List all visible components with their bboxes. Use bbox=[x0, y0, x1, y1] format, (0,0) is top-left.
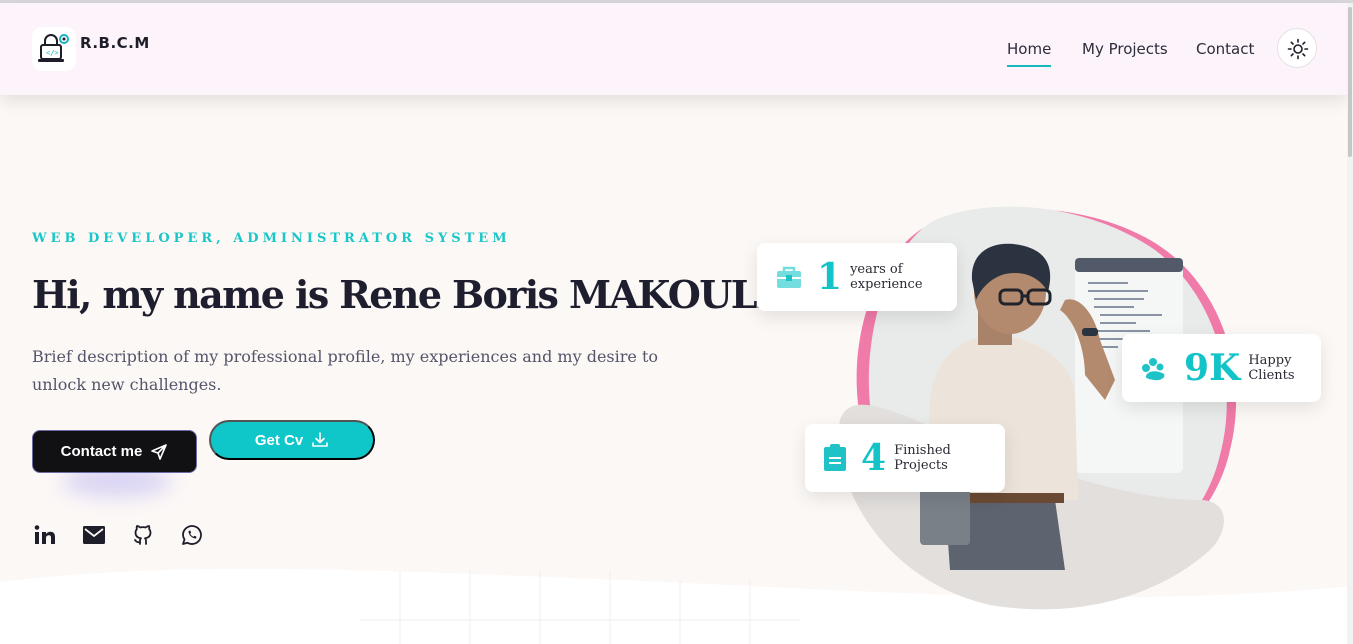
logo[interactable]: </> bbox=[32, 27, 76, 71]
linkedin-link[interactable] bbox=[32, 522, 58, 548]
projects-label: Finished Projects bbox=[894, 443, 951, 473]
nav-home[interactable]: Home bbox=[1007, 40, 1052, 67]
nav-my-projects[interactable]: My Projects bbox=[1082, 40, 1168, 58]
email-link[interactable] bbox=[81, 522, 107, 548]
briefcase-icon bbox=[777, 266, 801, 288]
scrollbar-thumb[interactable] bbox=[1348, 7, 1352, 157]
clipboard-icon bbox=[824, 444, 846, 471]
stat-card-projects: 4 Finished Projects bbox=[805, 424, 1005, 492]
mail-icon bbox=[83, 526, 105, 544]
stat-card-experience: 1 years of experience bbox=[757, 243, 957, 311]
clients-value: 9K bbox=[1184, 347, 1241, 389]
send-icon bbox=[151, 443, 168, 460]
get-cv-button[interactable]: Get Cv bbox=[209, 420, 375, 460]
clients-icon bbox=[1142, 358, 1165, 381]
theme-toggle-button[interactable] bbox=[1277, 28, 1317, 68]
whatsapp-icon bbox=[182, 525, 202, 545]
experience-label: years of experience bbox=[850, 262, 923, 292]
clients-label: Happy Clients bbox=[1248, 353, 1295, 383]
brand-name[interactable]: R.B.C.M bbox=[80, 34, 150, 52]
download-icon bbox=[312, 432, 328, 447]
linkedin-icon bbox=[34, 525, 55, 544]
stat-card-clients: 9K Happy Clients bbox=[1122, 334, 1321, 402]
github-icon bbox=[134, 525, 152, 545]
navbar: </> R.B.C.M Home My Projects Contact bbox=[0, 3, 1347, 95]
hero-description: Brief description of my professional pro… bbox=[32, 347, 659, 394]
get-cv-label: Get Cv bbox=[254, 431, 304, 449]
contact-me-label: Contact me bbox=[60, 443, 143, 460]
laptop-gear-icon: </> bbox=[38, 34, 69, 62]
projects-value: 4 bbox=[861, 437, 887, 479]
hero-headline: Hi, my name is Rene Boris MAKOULE bbox=[32, 272, 785, 317]
contact-me-button[interactable]: Contact me bbox=[32, 430, 197, 473]
hero-subtitle: WEB DEVELOPER, ADMINISTRATOR SYSTEM bbox=[32, 231, 511, 246]
whatsapp-link[interactable] bbox=[179, 522, 205, 548]
github-link[interactable] bbox=[130, 522, 156, 548]
page-scrollbar[interactable] bbox=[1347, 3, 1353, 644]
experience-value: 1 bbox=[817, 256, 843, 298]
svg-text:</>: </> bbox=[46, 49, 59, 57]
sun-icon bbox=[1287, 38, 1309, 60]
nav-contact[interactable]: Contact bbox=[1196, 40, 1254, 58]
